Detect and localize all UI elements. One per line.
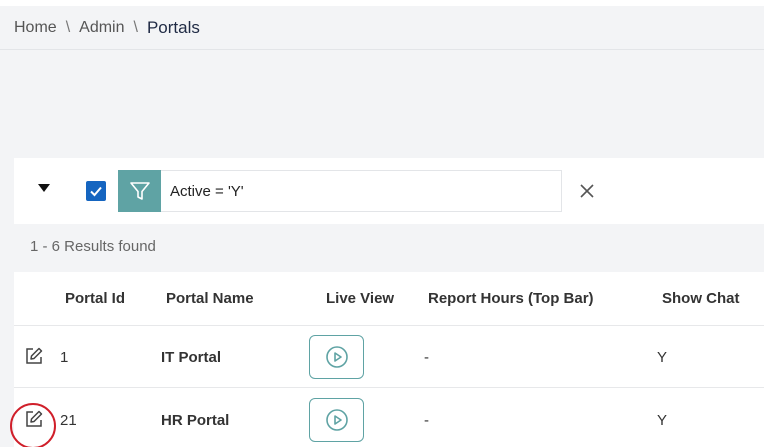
table-row: 21 HR Portal - Y xyxy=(10,389,764,447)
caret-down-icon[interactable] xyxy=(38,184,50,192)
play-circle-icon xyxy=(325,409,348,431)
funnel-icon[interactable] xyxy=(118,170,161,212)
cell-portal-name: IT Portal xyxy=(161,349,222,366)
cell-show-chat: Y xyxy=(657,349,668,366)
close-icon[interactable] xyxy=(577,181,597,201)
play-circle-icon xyxy=(325,346,348,368)
filter-expression[interactable]: Active = 'Y' xyxy=(161,171,561,211)
filter-bar: Active = 'Y' xyxy=(14,158,764,224)
cell-portal-id: 21 xyxy=(60,412,77,429)
cell-portal-id: 1 xyxy=(60,349,69,366)
column-header-portal-name[interactable]: Portal Name xyxy=(166,290,254,307)
cell-report-hours: - xyxy=(424,412,429,429)
filter-enabled-checkbox[interactable] xyxy=(86,181,106,201)
breadcrumb: Home \ Admin \ Portals xyxy=(0,6,764,50)
column-header-show-chat[interactable]: Show Chat xyxy=(662,290,740,307)
table-header: Portal Id Portal Name Live View Report H… xyxy=(14,272,764,326)
breadcrumb-current: Portals xyxy=(146,17,200,37)
cell-report-hours: - xyxy=(424,349,429,366)
checkmark-icon xyxy=(90,186,102,197)
column-header-live-view[interactable]: Live View xyxy=(326,290,394,307)
breadcrumb-separator: \ xyxy=(133,18,138,36)
breadcrumb-separator: \ xyxy=(65,18,71,36)
portals-table: Portal Id Portal Name Live View Report H… xyxy=(10,272,764,447)
edit-icon[interactable] xyxy=(24,409,44,429)
results-count: 1 - 6 Results found xyxy=(30,238,156,255)
cell-show-chat: Y xyxy=(657,412,668,429)
column-header-report-hours[interactable]: Report Hours (Top Bar) xyxy=(428,290,594,307)
edit-icon[interactable] xyxy=(24,346,44,366)
breadcrumb-home[interactable]: Home xyxy=(14,19,57,37)
column-header-portal-id[interactable]: Portal Id xyxy=(65,290,125,307)
live-view-button[interactable] xyxy=(309,398,364,442)
table-row: 1 IT Portal - Y xyxy=(14,326,764,388)
filter-chip[interactable]: Active = 'Y' xyxy=(118,170,562,212)
breadcrumb-admin[interactable]: Admin xyxy=(79,19,124,37)
live-view-button[interactable] xyxy=(309,335,364,379)
cell-portal-name: HR Portal xyxy=(161,412,230,429)
